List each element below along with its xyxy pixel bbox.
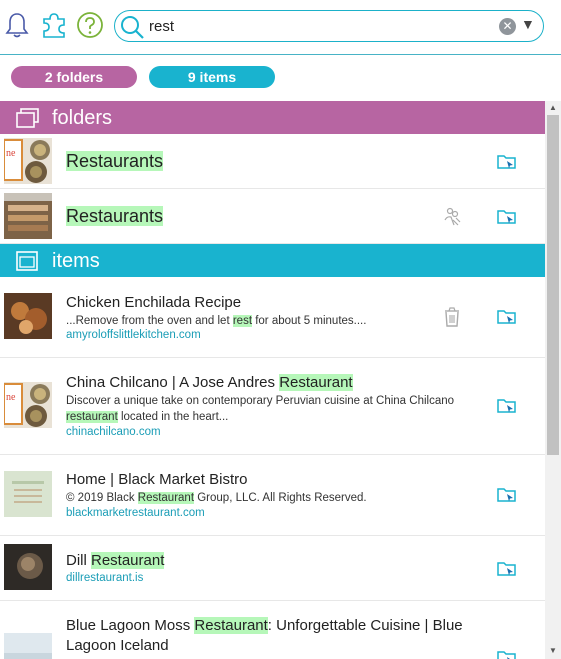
- list-item[interactable]: ne China Chilcano | A Jose Andres Restau…: [0, 358, 545, 455]
- item-title: Chicken Enchilada Recipe: [66, 294, 242, 311]
- open-folder-icon[interactable]: [496, 558, 518, 580]
- trash-icon[interactable]: [441, 306, 463, 328]
- item-description: © 2019 Black Restaurant Group, LLC. All …: [66, 492, 367, 504]
- folder-row[interactable]: Restaurants: [0, 189, 545, 244]
- clear-icon[interactable]: ✕: [499, 18, 516, 35]
- item-url[interactable]: blackmarketrestaurant.com: [66, 507, 205, 519]
- thumbnail: ne: [4, 138, 52, 184]
- scrollbar[interactable]: ▲ ▼: [545, 101, 561, 659]
- item-url[interactable]: dillrestaurant.is: [66, 572, 143, 584]
- folder-icon: [14, 106, 40, 130]
- results-list: folders ne Restaurants Restaurants items: [0, 101, 545, 659]
- thumbnail: [4, 193, 52, 239]
- list-item[interactable]: Dill Restaurant dillrestaurant.is: [0, 536, 545, 601]
- item-title: Dill Restaurant: [66, 552, 165, 569]
- items-count-pill[interactable]: 9 items: [149, 66, 275, 88]
- list-item[interactable]: Blue Lagoon Moss Restaurant: Unforgettab…: [0, 601, 545, 659]
- search-icon: [117, 12, 147, 42]
- item-title: China Chilcano | A Jose Andres Restauran…: [66, 374, 353, 391]
- open-folder-icon[interactable]: [496, 395, 518, 417]
- svg-text:ne: ne: [6, 392, 16, 403]
- list-item[interactable]: Home | Black Market Bistro © 2019 Black …: [0, 455, 545, 536]
- scrollbar-thumb[interactable]: [547, 115, 559, 455]
- thumbnail: [4, 293, 52, 339]
- section-title: items: [52, 250, 100, 272]
- thumbnail: [4, 633, 52, 659]
- folders-section-header: folders: [0, 101, 545, 134]
- item-title: Home | Black Market Bistro: [66, 471, 248, 488]
- item-url[interactable]: chinachilcano.com: [66, 426, 161, 438]
- window-icon: [14, 249, 40, 273]
- item-description: Discover a unique take on contemporary P…: [66, 395, 455, 423]
- toolbar: ✕ ▼: [0, 0, 561, 55]
- svg-text:ne: ne: [6, 148, 16, 159]
- help-icon[interactable]: [76, 11, 104, 39]
- item-description: ...Remove from the oven and let rest for…: [66, 315, 367, 327]
- folders-count-pill[interactable]: 2 folders: [11, 66, 137, 88]
- open-folder-icon[interactable]: [496, 484, 518, 506]
- bell-icon[interactable]: [3, 11, 31, 39]
- folder-title: Restaurants: [66, 206, 164, 226]
- open-folder-icon[interactable]: [496, 647, 518, 659]
- thumbnail: ne: [4, 382, 52, 428]
- open-folder-icon[interactable]: [496, 206, 518, 228]
- share-icon[interactable]: [441, 206, 463, 228]
- search-input[interactable]: [149, 15, 469, 37]
- scroll-down-icon[interactable]: ▼: [549, 646, 557, 655]
- folder-row[interactable]: ne Restaurants: [0, 134, 545, 189]
- dropdown-icon[interactable]: ▼: [521, 16, 535, 32]
- open-folder-icon[interactable]: [496, 306, 518, 328]
- folder-title: Restaurants: [66, 151, 164, 171]
- item-url[interactable]: amyroloffslittlekitchen.com: [66, 329, 201, 341]
- puzzle-icon[interactable]: [40, 11, 68, 39]
- list-item[interactable]: Chicken Enchilada Recipe ...Remove from …: [0, 277, 545, 358]
- item-title: Blue Lagoon Moss Restaurant: Unforgettab…: [66, 617, 463, 654]
- items-section-header: items: [0, 244, 545, 277]
- open-folder-icon[interactable]: [496, 151, 518, 173]
- scroll-up-icon[interactable]: ▲: [549, 103, 557, 112]
- thumbnail: [4, 471, 52, 517]
- section-title: folders: [52, 107, 113, 129]
- search-bar: ✕ ▼: [114, 10, 544, 42]
- thumbnail: [4, 544, 52, 590]
